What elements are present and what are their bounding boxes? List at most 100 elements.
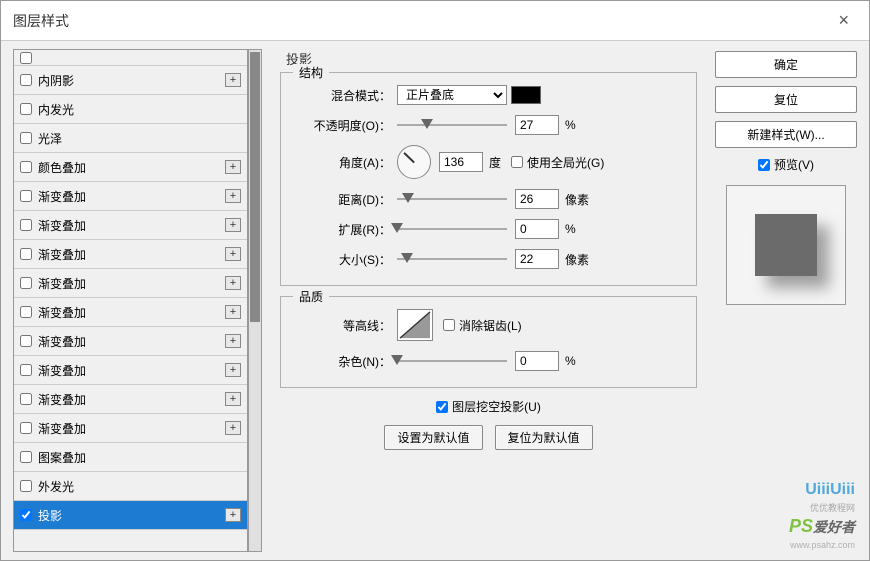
distance-slider[interactable] bbox=[397, 192, 507, 206]
contour-label: 等高线： bbox=[291, 317, 391, 334]
effect-checkbox[interactable] bbox=[20, 74, 32, 86]
effect-checkbox[interactable] bbox=[20, 451, 32, 463]
effect-label: 渐变叠加 bbox=[38, 391, 86, 408]
dialog-title: 图层样式 bbox=[13, 11, 69, 31]
knockout-checkbox[interactable] bbox=[436, 401, 448, 413]
effect-checkbox[interactable] bbox=[20, 161, 32, 173]
effect-label: 渐变叠加 bbox=[38, 188, 86, 205]
add-effect-icon[interactable]: + bbox=[225, 276, 241, 290]
size-unit: 像素 bbox=[565, 251, 589, 268]
opacity-slider[interactable] bbox=[397, 118, 507, 132]
reset-default-button[interactable]: 复位为默认值 bbox=[495, 425, 593, 450]
add-effect-icon[interactable]: + bbox=[225, 247, 241, 261]
add-effect-icon[interactable]: + bbox=[225, 392, 241, 406]
blend-mode-select[interactable]: 正片叠底 bbox=[397, 85, 507, 105]
default-buttons-row: 设置为默认值 复位为默认值 bbox=[280, 425, 697, 450]
effect-label: 图案叠加 bbox=[38, 449, 86, 466]
effect-item[interactable]: 渐变叠加+ bbox=[14, 356, 247, 385]
structure-group: 结构 混合模式： 正片叠底 不透明度(O)： % bbox=[280, 72, 697, 286]
spread-input[interactable] bbox=[515, 219, 559, 239]
effect-item[interactable]: 内阴影+ bbox=[14, 66, 247, 95]
watermarks: UiiiUiii 优优教程网 PS爱好者 www.psahz.com bbox=[789, 479, 855, 552]
add-effect-icon[interactable]: + bbox=[225, 305, 241, 319]
add-effect-icon[interactable]: + bbox=[225, 508, 241, 522]
effect-item[interactable]: 渐变叠加 + bbox=[14, 269, 247, 298]
effect-item[interactable]: 渐变叠加 + bbox=[14, 240, 247, 269]
effect-checkbox[interactable] bbox=[20, 277, 32, 289]
add-effect-icon[interactable]: + bbox=[225, 363, 241, 377]
effect-item[interactable]: 颜色叠加+ bbox=[14, 153, 247, 182]
spread-slider[interactable] bbox=[397, 222, 507, 236]
effect-item[interactable] bbox=[14, 50, 247, 66]
new-style-button[interactable]: 新建样式(W)... bbox=[715, 121, 857, 148]
preview-checkbox[interactable] bbox=[758, 159, 770, 171]
effect-item[interactable]: 光泽 bbox=[14, 124, 247, 153]
effect-checkbox[interactable] bbox=[20, 52, 32, 64]
effects-panel: 内阴影+内发光光泽颜色叠加+ 渐变叠加 + 渐变叠加 + 渐变叠加 + 渐变叠加 + 渐变叠加 + 渐… bbox=[1, 41, 266, 560]
watermark-2: PS爱好者 bbox=[789, 514, 855, 539]
effect-checkbox[interactable] bbox=[20, 306, 32, 318]
antialias-checkbox[interactable] bbox=[443, 319, 455, 331]
scrollbar-thumb[interactable] bbox=[250, 52, 260, 322]
noise-slider[interactable] bbox=[397, 354, 507, 368]
spread-label: 扩展(R)： bbox=[291, 221, 391, 238]
add-effect-icon[interactable]: + bbox=[225, 189, 241, 203]
settings-panel: 投影 结构 混合模式： 正片叠底 不透明度(O)： % bbox=[266, 41, 711, 560]
effect-item[interactable]: 渐变叠加+ bbox=[14, 211, 247, 240]
size-input[interactable] bbox=[515, 249, 559, 269]
set-default-button[interactable]: 设置为默认值 bbox=[384, 425, 482, 450]
opacity-row: 不透明度(O)： % bbox=[291, 115, 686, 135]
effect-label: 渐变叠加 bbox=[38, 246, 86, 263]
effect-item[interactable]: 渐变叠加 + bbox=[14, 385, 247, 414]
opacity-input[interactable] bbox=[515, 115, 559, 135]
global-light-checkbox[interactable] bbox=[511, 156, 523, 168]
effect-checkbox[interactable] bbox=[20, 219, 32, 231]
effect-label: 渐变叠加 bbox=[38, 420, 86, 437]
effect-checkbox[interactable] bbox=[20, 509, 32, 521]
close-icon[interactable]: × bbox=[830, 10, 857, 31]
size-slider[interactable] bbox=[397, 252, 507, 266]
shadow-color-swatch[interactable] bbox=[511, 86, 541, 104]
distance-row: 距离(D)： 像素 bbox=[291, 189, 686, 209]
effect-label: 渐变叠加 bbox=[38, 333, 86, 350]
ok-button[interactable]: 确定 bbox=[715, 51, 857, 78]
add-effect-icon[interactable]: + bbox=[225, 218, 241, 232]
effect-checkbox[interactable] bbox=[20, 103, 32, 115]
noise-row: 杂色(N)： % bbox=[291, 351, 686, 371]
add-effect-icon[interactable]: + bbox=[225, 421, 241, 435]
noise-unit: % bbox=[565, 354, 576, 368]
effect-checkbox[interactable] bbox=[20, 335, 32, 347]
knockout-label: 图层挖空投影(U) bbox=[452, 398, 541, 415]
effect-label: 渐变叠加 bbox=[38, 275, 86, 292]
cancel-button[interactable]: 复位 bbox=[715, 86, 857, 113]
effect-item[interactable]: 内发光 bbox=[14, 95, 247, 124]
effect-checkbox[interactable] bbox=[20, 393, 32, 405]
add-effect-icon[interactable]: + bbox=[225, 334, 241, 348]
effect-checkbox[interactable] bbox=[20, 190, 32, 202]
effect-item[interactable]: 渐变叠加 + bbox=[14, 182, 247, 211]
effect-label: 外发光 bbox=[38, 478, 74, 495]
effect-item[interactable]: 渐变叠加 + bbox=[14, 327, 247, 356]
add-effect-icon[interactable]: + bbox=[225, 160, 241, 174]
scrollbar[interactable] bbox=[248, 49, 262, 552]
opacity-unit: % bbox=[565, 118, 576, 132]
angle-dial[interactable] bbox=[397, 145, 431, 179]
effect-checkbox[interactable] bbox=[20, 364, 32, 376]
effect-checkbox[interactable] bbox=[20, 422, 32, 434]
effect-checkbox[interactable] bbox=[20, 132, 32, 144]
effect-item[interactable]: 渐变叠加 + bbox=[14, 414, 247, 443]
effect-checkbox[interactable] bbox=[20, 480, 32, 492]
watermark-2-sub: www.psahz.com bbox=[789, 539, 855, 552]
effect-item[interactable]: 投影+ bbox=[14, 501, 247, 530]
noise-input[interactable] bbox=[515, 351, 559, 371]
contour-picker[interactable] bbox=[397, 309, 433, 341]
blend-mode-label: 混合模式： bbox=[291, 87, 391, 104]
add-effect-icon[interactable]: + bbox=[225, 73, 241, 87]
distance-input[interactable] bbox=[515, 189, 559, 209]
angle-input[interactable] bbox=[439, 152, 483, 172]
effect-item[interactable]: 渐变叠加+ bbox=[14, 298, 247, 327]
layer-style-dialog: 图层样式 × 内阴影+内发光光泽颜色叠加+ 渐变叠加 + 渐变叠加 + 渐变叠加 + 渐变叠加… bbox=[0, 0, 870, 561]
effect-item[interactable]: 图案叠加 bbox=[14, 443, 247, 472]
effect-item[interactable]: 外发光 bbox=[14, 472, 247, 501]
effect-checkbox[interactable] bbox=[20, 248, 32, 260]
